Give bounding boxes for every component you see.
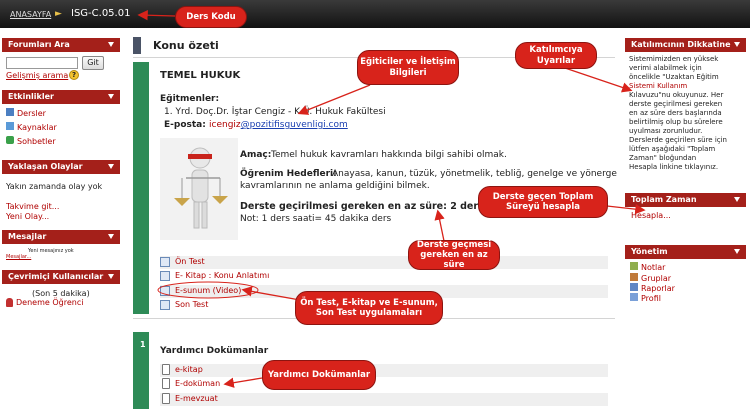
callout-total-time: Derste geçen Toplam Süreyü hesapla — [478, 186, 608, 218]
callout-text: Ders Kodu — [186, 11, 236, 22]
callout-instructors: Eğiticiler ve İletişim Bilgileri — [357, 50, 459, 85]
callout-tests: Ön Test, E-kitap ve E-sunum, Son Test uy… — [295, 291, 443, 325]
callout-text: Katılımcıya Uyarılar — [529, 45, 583, 66]
callout-text: Yardımcı Dokümanlar — [267, 369, 371, 380]
callout-text: Eğiticiler ve İletişim Bilgileri — [360, 57, 456, 78]
callout-min-time: Derste geçmesi gereken en az süre — [408, 240, 500, 270]
callout-text: Ön Test, E-kitap ve E-sunum, Son Test uy… — [300, 297, 438, 318]
callout-docs: Yardımcı Dokümanlar — [262, 360, 376, 390]
callout-course-code: Ders Kodu — [175, 6, 247, 28]
callout-text: Derste geçen Toplam Süreyü hesapla — [492, 191, 594, 212]
callout-warnings: Katılımcıya Uyarılar — [515, 42, 597, 69]
highlight-oval — [157, 281, 259, 299]
callout-text: Derste geçmesi gereken en az süre — [416, 239, 492, 271]
